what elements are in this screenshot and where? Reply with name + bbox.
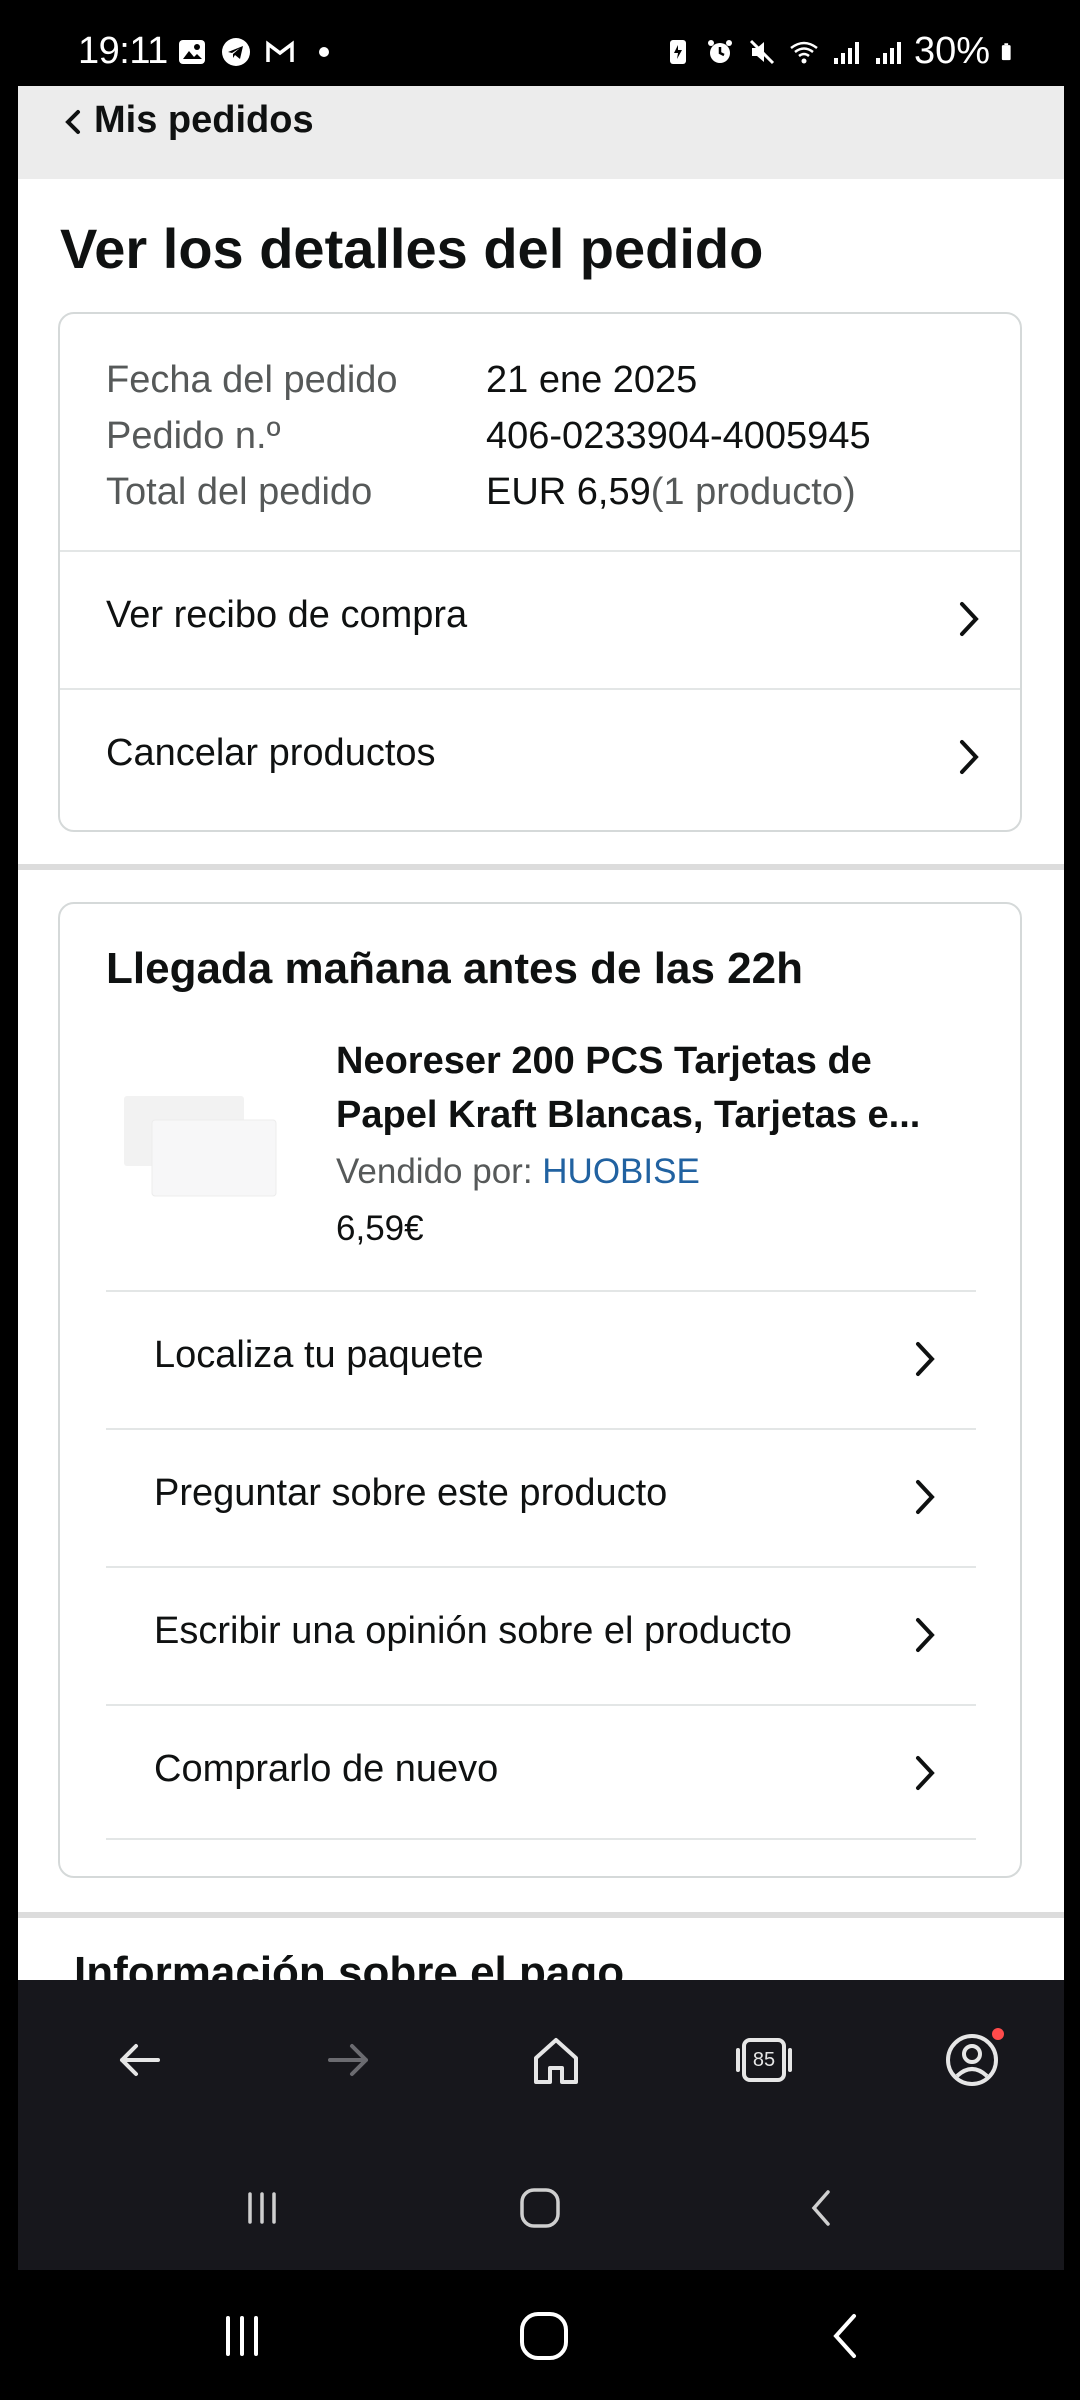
battery-percent: 30% <box>913 30 990 72</box>
system-nav-inner <box>18 2150 1064 2270</box>
recent-apps-icon[interactable] <box>206 2300 278 2372</box>
order-number-label: Pedido n.º <box>106 415 281 457</box>
product-title[interactable]: Neoreser 200 PCS Tarjetas de Papel Kraft… <box>336 1034 976 1142</box>
battery-saver-icon <box>669 39 686 64</box>
write-review-label: Escribir una opinión sobre el producto <box>154 1610 792 1652</box>
device-nav-bar <box>0 2270 1080 2400</box>
gmail-icon <box>266 40 294 62</box>
arrow-right-icon[interactable] <box>316 2028 380 2092</box>
recent-apps-icon[interactable] <box>230 2176 294 2240</box>
chevron-right-icon <box>916 1480 935 1514</box>
gallery-icon <box>179 40 205 64</box>
track-package-label: Localiza tu paquete <box>154 1334 484 1376</box>
mute-icon <box>749 39 774 64</box>
view-receipt-label: Ver recibo de compra <box>106 594 468 636</box>
notification-icons <box>176 36 340 68</box>
chevron-right-icon <box>960 740 979 774</box>
order-date-value: 21 ene 2025 <box>486 359 698 401</box>
home-icon[interactable] <box>524 2028 588 2092</box>
notification-dot <box>992 2028 1004 2040</box>
buy-again-row[interactable]: Comprarlo de nuevo <box>106 1704 976 1842</box>
buy-again-label: Comprarlo de nuevo <box>154 1748 499 1790</box>
track-package-row[interactable]: Localiza tu paquete <box>106 1290 976 1428</box>
tab-count: 85 <box>752 2048 776 2071</box>
alarm-icon <box>707 39 732 63</box>
seller-info: Vendido por: HUOBISE <box>336 1152 700 1192</box>
order-total-label: Total del pedido <box>106 471 373 513</box>
cancel-products-row[interactable]: Cancelar productos <box>60 688 1020 826</box>
order-date-row: Fecha del pedido 21 ene 2025 <box>106 352 871 408</box>
chevron-right-icon <box>916 1342 935 1376</box>
order-number-row: Pedido n.º 406-0233904-4005945 <box>106 408 871 464</box>
status-bar: 19:11 30% <box>0 0 1080 86</box>
browser-toolbar: 85 <box>18 1980 1064 2270</box>
tabs-button[interactable]: 85 <box>732 2028 796 2092</box>
top-nav-bar: Mis pedidos <box>18 86 1064 179</box>
section-divider <box>18 864 1064 870</box>
section-divider <box>18 1912 1064 1918</box>
home-circle-icon[interactable] <box>508 2300 580 2372</box>
payment-info-heading: Información sobre el pago <box>74 1948 625 1980</box>
signal-2-icon <box>875 41 901 64</box>
order-total-row: Total del pedido EUR 6,59 (1 producto) <box>106 464 871 520</box>
signal-1-icon <box>833 41 859 64</box>
chevron-right-icon <box>960 602 979 636</box>
delivery-heading: Llegada mañana antes de las 22h <box>106 944 803 993</box>
battery-icon <box>1001 42 1011 60</box>
status-time: 19:11 <box>78 30 168 72</box>
seller-label: Vendido por: <box>336 1152 543 1191</box>
home-circle-icon[interactable] <box>508 2176 572 2240</box>
wifi-icon <box>790 41 818 63</box>
chevron-right-icon <box>916 1618 935 1652</box>
cancel-products-label: Cancelar productos <box>106 732 436 774</box>
seller-link[interactable]: HUOBISE <box>542 1152 700 1191</box>
back-to-orders-link[interactable]: Mis pedidos <box>94 92 314 148</box>
order-date-label: Fecha del pedido <box>106 359 398 401</box>
back-nav-icon[interactable] <box>810 2300 882 2372</box>
page-title: Ver los detalles del pedido <box>60 217 764 280</box>
more-notifications-dot-icon <box>319 47 329 57</box>
app-screen: Mis pedidos Ver los detalles del pedido … <box>18 86 1064 1980</box>
ask-about-product-label: Preguntar sobre este producto <box>154 1472 668 1514</box>
system-icons: 30% <box>662 30 1020 73</box>
product-price: 6,59€ <box>336 1209 424 1248</box>
order-total-value: EUR 6,59 <box>486 471 651 513</box>
order-info: Fecha del pedido 21 ene 2025 Pedido n.º … <box>106 352 871 520</box>
order-number-value: 406-0233904-4005945 <box>486 415 871 457</box>
row-divider <box>106 1838 976 1840</box>
view-receipt-row[interactable]: Ver recibo de compra <box>60 550 1020 688</box>
arrow-left-icon[interactable] <box>108 2028 172 2092</box>
profile-button[interactable] <box>940 2028 1004 2092</box>
ask-about-product-row[interactable]: Preguntar sobre este producto <box>106 1428 976 1566</box>
delivery-card: Llegada mañana antes de las 22h Neoreser… <box>58 902 1022 1878</box>
write-review-row[interactable]: Escribir una opinión sobre el producto <box>106 1566 976 1704</box>
order-item-count: (1 producto) <box>650 471 856 513</box>
order-summary-card: Fecha del pedido 21 ene 2025 Pedido n.º … <box>58 312 1022 832</box>
back-nav-icon[interactable] <box>790 2176 854 2240</box>
chevron-right-icon <box>916 1756 935 1790</box>
telegram-icon <box>222 38 250 66</box>
product-image[interactable] <box>116 1076 280 1200</box>
chevron-left-icon[interactable] <box>56 102 86 142</box>
